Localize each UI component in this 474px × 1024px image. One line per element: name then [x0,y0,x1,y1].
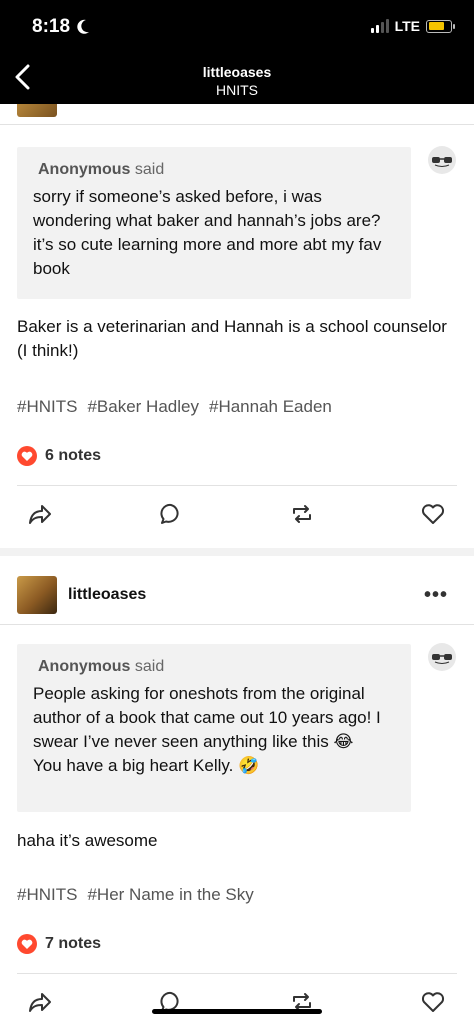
heart-badge-icon [17,934,37,954]
share-icon[interactable] [26,500,54,528]
reblog-icon[interactable] [288,500,316,528]
clock-text: 8:18 [32,16,71,37]
share-icon[interactable] [26,988,54,1016]
notes-label: 7 notes [45,935,102,952]
ask-box: Anonymous said sorry if someone’s asked … [17,147,411,299]
post-header: littleoases ••• [0,570,474,620]
asker-name: Anonymous [38,161,131,178]
tag[interactable]: #HNITS [17,885,77,905]
avatar[interactable] [17,576,57,614]
divider [17,973,457,974]
ask-box: Anonymous said People asking for oneshot… [17,644,411,812]
ask-said: said [134,161,165,178]
nav-title: littleoases HNITS [0,63,474,99]
nav-subtitle: HNITS [216,82,258,98]
notes-count[interactable]: 7 notes [17,934,101,954]
tag[interactable]: #Hannah Eaden [209,397,332,417]
anonymous-avatar-icon [428,643,456,671]
like-heart-icon[interactable] [419,988,447,1016]
ask-said: said [134,658,165,675]
ask-header: Anonymous said [38,161,395,179]
status-indicators: LTE [370,18,455,34]
post-separator [0,548,474,556]
status-time: 8:18 [32,16,90,38]
network-label: LTE [394,18,420,34]
notes-label: 6 notes [45,447,102,464]
notes-count[interactable]: 6 notes [17,446,101,466]
moon-icon [77,19,90,34]
answer-text: Baker is a veterinarian and Hannah is a … [17,317,447,360]
divider [17,485,457,486]
heart-badge-icon [17,446,37,466]
top-bar: 8:18 LTE littleoases HNITS [0,0,474,104]
more-options-button[interactable]: ••• [424,584,448,607]
blog-name[interactable]: littleoases [68,586,146,604]
battery-icon [426,19,455,33]
like-heart-icon[interactable] [419,500,447,528]
ask-text: People asking for oneshots from the orig… [33,682,395,778]
ask-text-line: People asking for oneshots from the orig… [33,684,381,751]
divider [0,124,474,125]
tag-list: #HNITS #Baker Hadley #Hannah Eaden [17,397,332,417]
tag[interactable]: #Baker Hadley [87,397,199,417]
answer-text: haha it’s awesome [17,831,158,850]
ask-text: sorry if someone’s asked before, i was w… [33,187,382,278]
home-indicator[interactable] [152,1009,322,1014]
reply-icon[interactable] [157,500,185,528]
divider [0,624,474,625]
tag[interactable]: #HNITS [17,397,77,417]
asker-name: Anonymous [38,658,131,675]
ask-text-line: You have a big heart Kelly. 🤣 [33,756,260,775]
anonymous-avatar-icon [428,146,456,174]
tag-list: #HNITS #Her Name in the Sky [17,885,254,905]
ask-header: Anonymous said [38,658,395,676]
post-actions [0,500,474,530]
tag[interactable]: #Her Name in the Sky [87,885,253,905]
nav-blog-name[interactable]: littleoases [0,63,474,81]
previous-avatar[interactable] [17,104,57,117]
signal-icon [370,19,389,33]
